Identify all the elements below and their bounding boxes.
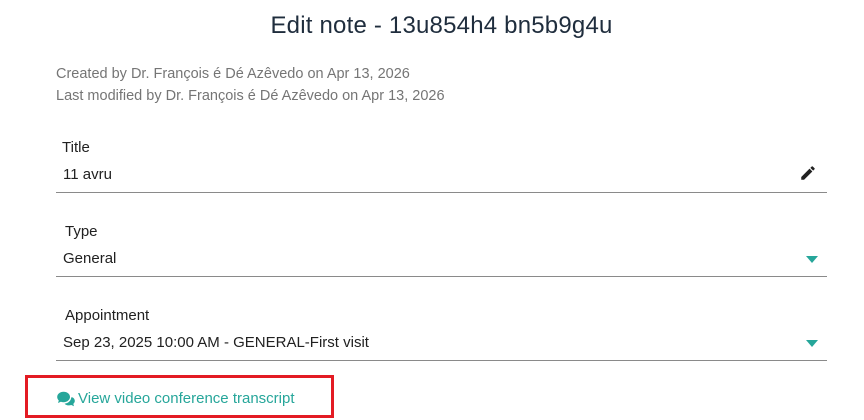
type-value[interactable]: General: [63, 250, 116, 267]
title-field[interactable]: Title 11 avru: [56, 130, 827, 193]
page-title: Edit note - 13u854h4 bn5b9g4u: [270, 12, 613, 39]
chat-bubbles-icon: [57, 391, 75, 406]
appointment-select[interactable]: Appointment Sep 23, 2025 10:00 AM - GENE…: [56, 298, 827, 361]
pencil-icon[interactable]: [799, 164, 817, 182]
view-transcript-link[interactable]: View video conference transcript: [56, 390, 295, 407]
type-select[interactable]: Type General: [56, 214, 827, 277]
title-label: Title: [62, 139, 90, 156]
appointment-value[interactable]: Sep 23, 2025 10:00 AM - GENERAL-First vi…: [63, 334, 369, 351]
modified-by-text: Last modified by Dr. François é Dé Azêve…: [56, 88, 445, 104]
title-value[interactable]: 11 avru: [63, 166, 112, 183]
view-transcript-label[interactable]: View video conference transcript: [78, 390, 295, 407]
dropdown-arrow-icon[interactable]: [806, 256, 818, 263]
created-by-text: Created by Dr. François é Dé Azêvedo on …: [56, 66, 410, 82]
appointment-label: Appointment: [65, 307, 150, 324]
type-label: Type: [65, 223, 98, 240]
dropdown-arrow-icon[interactable]: [806, 340, 818, 347]
